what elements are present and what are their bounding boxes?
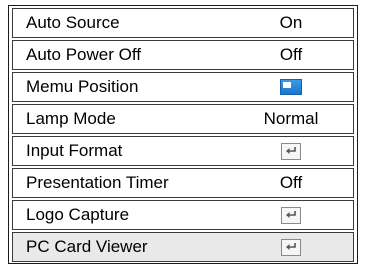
- menu-row-presentation-timer[interactable]: Presentation Timer Off: [12, 168, 354, 198]
- menu-row-label: Lamp Mode: [26, 109, 116, 128]
- menu-row-label: Presentation Timer: [26, 173, 169, 192]
- menu-row-value: Off: [279, 173, 303, 192]
- menu-row-label: Logo Capture: [26, 205, 130, 224]
- enter-icon: [281, 142, 301, 160]
- menu-row-auto-power-off[interactable]: Auto Power Off Off: [12, 40, 354, 70]
- menu-row-input-format[interactable]: Input Format: [12, 136, 354, 166]
- menu-row-value: [243, 236, 339, 258]
- menu-row-value: [243, 140, 339, 162]
- menu-position-icon: [280, 79, 302, 95]
- menu-row-label: PC Card Viewer: [26, 237, 148, 256]
- menu-row-logo-capture[interactable]: Logo Capture: [12, 200, 354, 230]
- settings-menu: Auto Source On Auto Power Off Off Memu P…: [8, 5, 358, 264]
- menu-row-label: Input Format: [26, 141, 123, 160]
- menu-row-value: On: [279, 13, 303, 32]
- menu-row-label: Auto Source: [26, 13, 120, 32]
- menu-row-value: Off: [279, 45, 303, 64]
- menu-row-value: [243, 76, 339, 98]
- menu-row-auto-source[interactable]: Auto Source On: [12, 8, 354, 38]
- menu-row-pc-card-viewer[interactable]: PC Card Viewer: [12, 232, 354, 262]
- menu-row-lamp-mode[interactable]: Lamp Mode Normal: [12, 104, 354, 134]
- menu-row-menu-position[interactable]: Memu Position: [12, 72, 354, 102]
- enter-icon: [281, 206, 301, 224]
- menu-row-value: [243, 204, 339, 226]
- menu-row-label: Memu Position: [26, 77, 139, 96]
- enter-icon: [281, 238, 301, 256]
- menu-row-label: Auto Power Off: [26, 45, 141, 64]
- menu-row-value: Normal: [263, 109, 319, 128]
